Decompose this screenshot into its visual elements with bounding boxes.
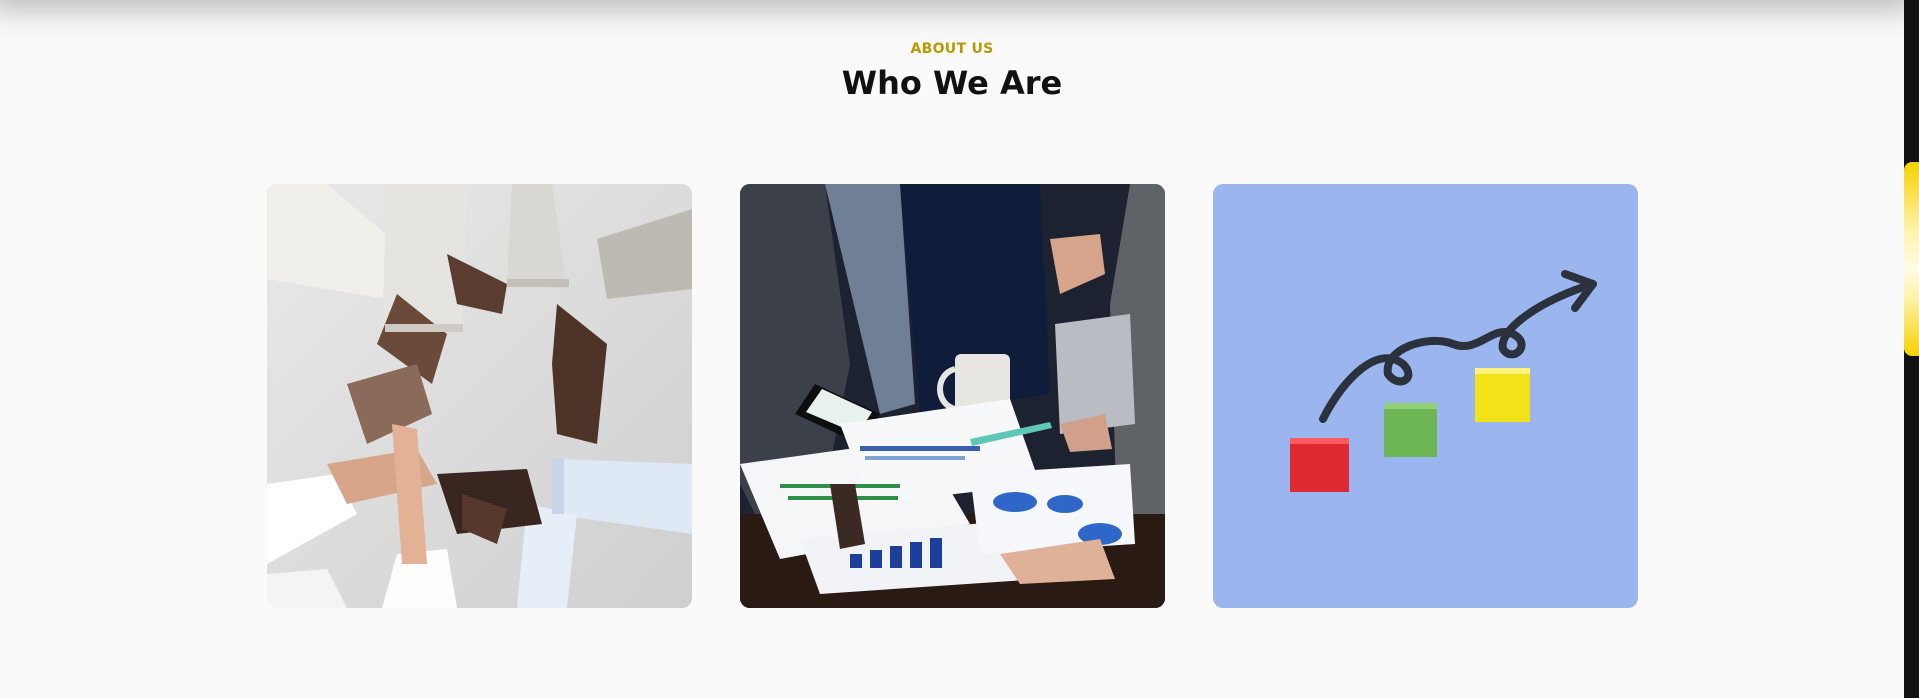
scrollbar-track[interactable] xyxy=(1904,0,1919,698)
teamwork-hands-image xyxy=(267,184,692,608)
growth-blocks-image xyxy=(1213,184,1638,608)
image-card-teamwork[interactable] xyxy=(267,184,692,608)
section-eyebrow: ABOUT US xyxy=(910,41,994,57)
image-card-team-meeting[interactable] xyxy=(740,184,1165,608)
team-meeting-image xyxy=(740,184,1165,608)
scrollbar-thumb[interactable] xyxy=(1904,162,1919,356)
section-title: Who We Are xyxy=(841,64,1063,102)
image-card-growth[interactable] xyxy=(1213,184,1638,608)
